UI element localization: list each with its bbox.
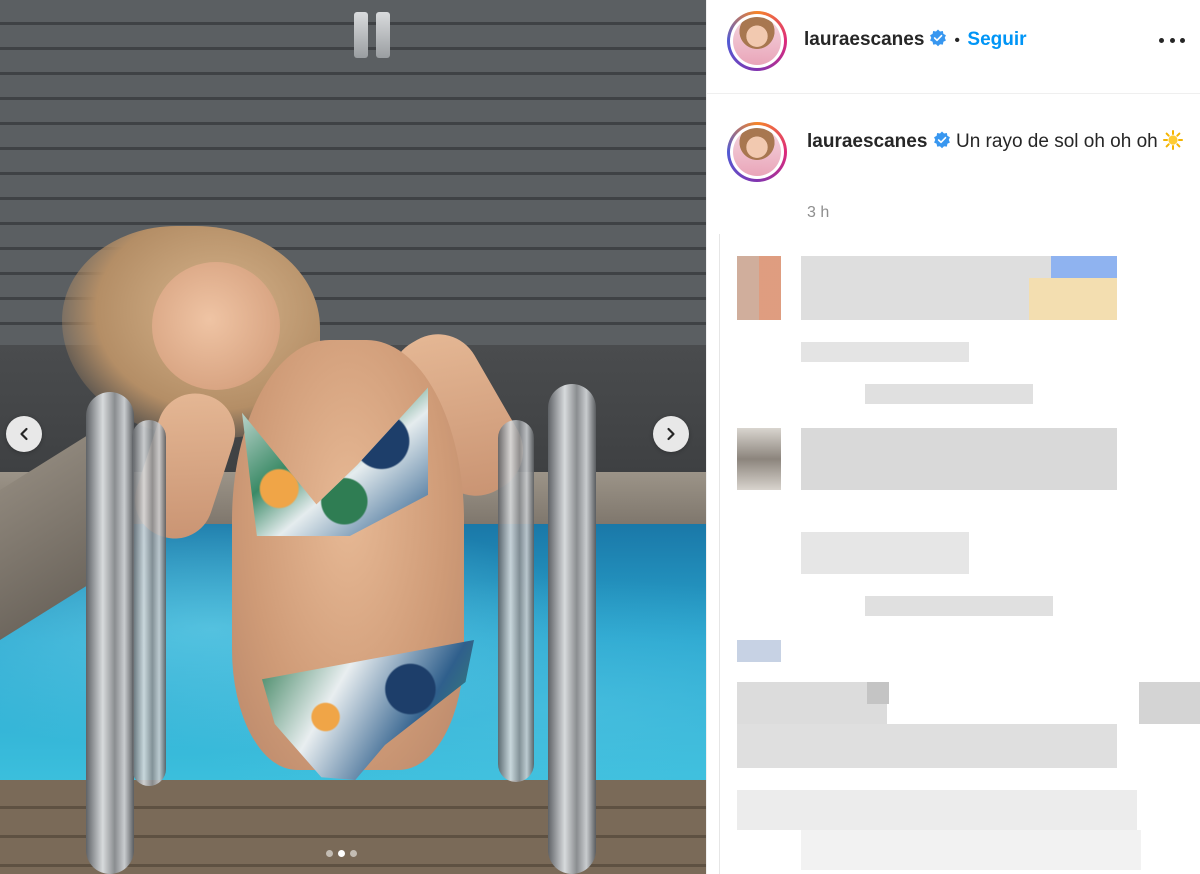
caption-username[interactable]: lauraescanes (807, 131, 927, 152)
carousel-next-button[interactable] (653, 416, 689, 452)
avatar[interactable] (727, 11, 787, 71)
verified-badge-icon (933, 131, 950, 149)
comment-text-blurred (801, 830, 1141, 870)
comment-avatar-blurred (737, 428, 781, 490)
comment-text-blurred (1029, 278, 1117, 320)
comment-text-blurred (1051, 256, 1117, 278)
carousel-prev-button[interactable] (6, 416, 42, 452)
carousel-dot-active (338, 850, 345, 857)
photo-person-face (152, 262, 280, 390)
caption-avatar[interactable] (727, 122, 787, 182)
header-username[interactable]: lauraescanes (804, 29, 924, 50)
comment-text-blurred (801, 256, 1051, 320)
chevron-left-icon (20, 427, 28, 441)
comment-avatar-blurred (737, 640, 781, 662)
comment-text-blurred (801, 532, 969, 574)
photo-ladder-rail-left-back (132, 420, 166, 786)
comment-meta-blurred (801, 342, 969, 362)
comment-text-blurred (737, 682, 887, 724)
comment-text-blurred (737, 724, 1117, 768)
comment-avatar-blurred (737, 256, 781, 320)
caption-text: Un rayo de sol oh oh oh (955, 131, 1158, 152)
carousel-dot (326, 850, 333, 857)
photo-wall-lamp (352, 12, 394, 60)
comment-text-blurred (801, 428, 1117, 490)
sun-icon (1163, 130, 1184, 150)
post-timestamp[interactable]: 3 h (807, 204, 829, 222)
more-options-icon[interactable] (1159, 30, 1185, 50)
avatar-photo (733, 128, 781, 176)
verified-badge-icon (929, 29, 946, 47)
comment-text-blurred (1139, 682, 1200, 724)
post-header: lauraescanes • Seguir (707, 0, 1200, 94)
avatar-photo (733, 17, 781, 65)
comment-text-blurred (867, 682, 889, 704)
post-photo[interactable] (0, 0, 706, 874)
follow-button[interactable]: Seguir (967, 29, 1026, 50)
photo-ladder-rail-right-back (498, 420, 534, 782)
comment-meta-blurred (865, 596, 1053, 616)
comment-text-blurred (737, 790, 1137, 830)
photo-ladder-rail-left (86, 392, 134, 874)
header-user-row: lauraescanes • Seguir (804, 29, 1027, 51)
carousel-indicator (326, 850, 357, 857)
carousel-dot (350, 850, 357, 857)
chevron-right-icon (667, 427, 675, 441)
comment-meta-blurred (865, 384, 1033, 404)
header-separator: • (954, 32, 960, 49)
post-caption: lauraescanes Un rayo de sol oh oh oh (807, 128, 1187, 155)
post-side-panel: lauraescanes • Seguir lauraescanes Un ra… (706, 0, 1200, 874)
photo-ladder-rail-right (548, 384, 596, 874)
comments-blurred (719, 234, 1200, 874)
